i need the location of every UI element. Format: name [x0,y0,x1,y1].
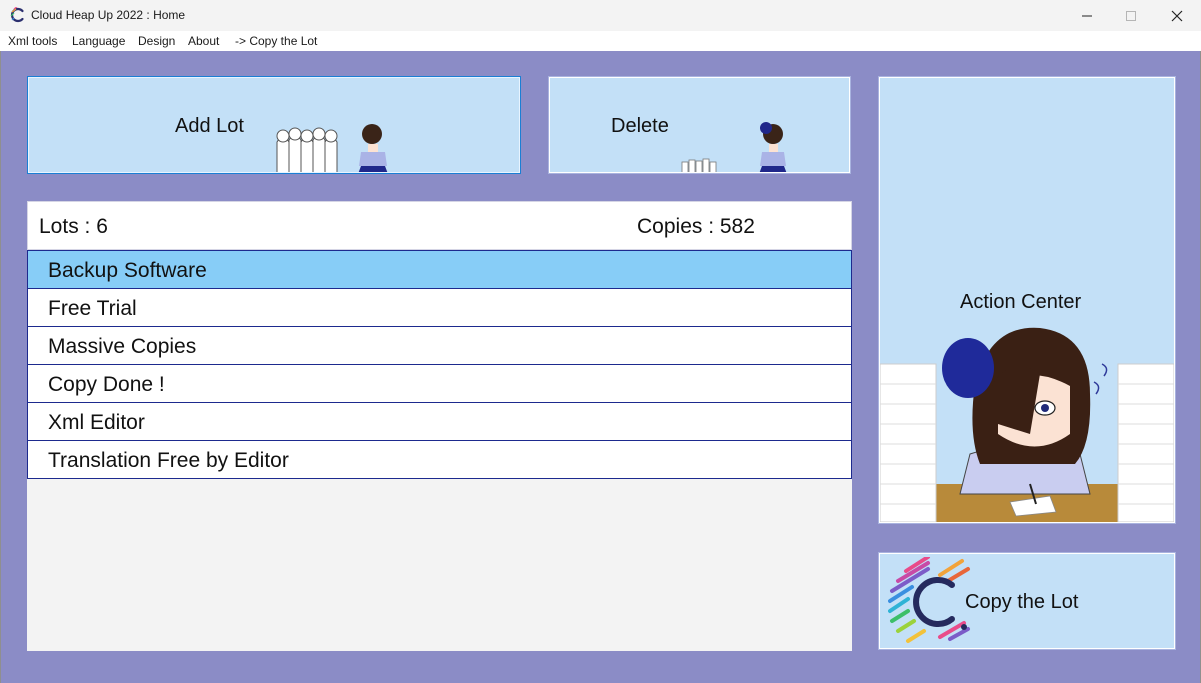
menu-design[interactable]: Design [138,34,175,48]
list-item-label: Xml Editor [48,411,145,434]
add-lot-label: Add Lot [175,115,244,137]
list-item[interactable]: Copy Done ! [27,364,852,403]
list-item[interactable]: Free Trial [27,288,852,327]
app-logo-icon [10,7,24,23]
list-item-label: Free Trial [48,297,137,320]
menu-xml-tools[interactable]: Xml tools [8,34,57,48]
list-item-label: Copy Done ! [48,373,165,396]
menu-bar: Xml tools Language Design About -> Copy … [0,31,1201,51]
maximize-button[interactable] [1108,0,1154,31]
menu-language[interactable]: Language [72,34,125,48]
delete-label: Delete [611,115,669,137]
close-button[interactable] [1154,0,1200,31]
action-center-label: Action Center [960,291,1082,313]
close-icon [1171,10,1183,21]
menu-about[interactable]: About [188,34,219,48]
list-item[interactable]: Xml Editor [27,402,852,441]
copy-logo-icon [888,557,970,643]
list-item-label: Backup Software [48,259,207,282]
add-lot-illustration-icon [276,124,388,172]
minimize-icon [1082,15,1092,16]
delete-button[interactable]: Delete [549,77,850,173]
menu-copy-the-lot[interactable]: -> Copy the Lot [235,34,317,48]
list-item[interactable]: Massive Copies [27,326,852,365]
lots-count: Lots : 6 [39,215,108,238]
minimize-button[interactable] [1064,0,1110,31]
window-title: Cloud Heap Up 2022 : Home [31,8,186,22]
list-item[interactable]: Backup Software [27,250,852,289]
summary-bar: Lots : 6 Copies : 582 [27,201,852,250]
delete-illustration-icon [681,122,787,172]
title-bar: Cloud Heap Up 2022 : Home [0,0,1201,31]
add-lot-button[interactable]: Add Lot [28,77,520,173]
copy-the-lot-button[interactable]: Copy the Lot [879,553,1175,649]
lots-list[interactable]: Backup Software Free Trial Massive Copie… [27,250,852,651]
list-item[interactable]: Translation Free by Editor [27,440,852,479]
maximize-icon [1126,10,1136,21]
action-center-button[interactable]: Action Center [879,77,1175,523]
workspace: Add Lot Delete Lots: 6 Copies: 582 Bac… [0,51,1201,683]
copy-the-lot-label: Copy the Lot [965,591,1079,613]
action-center-illustration-icon [880,327,1174,522]
list-item-label: Massive Copies [48,335,197,358]
copies-count: Copies : 582 [637,215,755,238]
list-item-label: Translation Free by Editor [48,449,289,472]
